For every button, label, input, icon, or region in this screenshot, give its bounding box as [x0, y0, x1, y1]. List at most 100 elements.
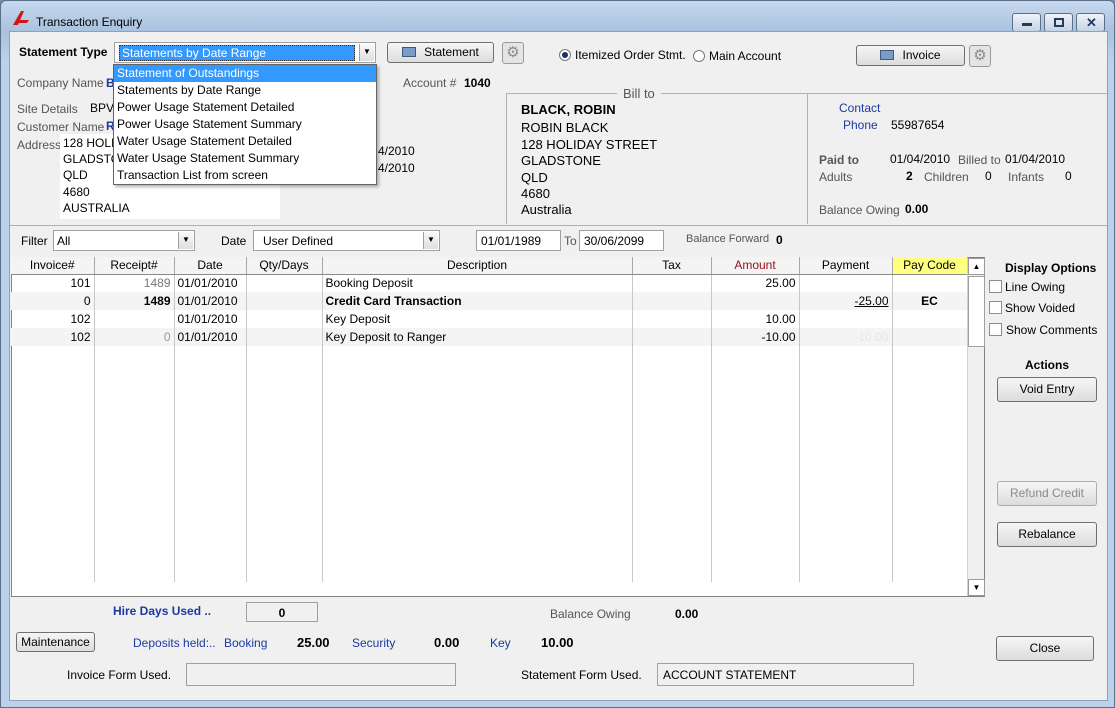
radio-main-account-label[interactable]: Main Account [709, 49, 781, 63]
col-header-description[interactable]: Description [322, 257, 633, 275]
invoice-button[interactable]: Invoice [856, 45, 965, 66]
filter-label: Filter [21, 234, 48, 248]
balance-owing-value: 0.00 [905, 202, 929, 216]
chevron-down-icon[interactable]: ▼ [359, 44, 374, 61]
title-bar[interactable]: Transaction Enquiry ✕ [1, 1, 1114, 32]
grid-header-row: Invoice# Receipt# Date Qty/Days Descript… [11, 257, 968, 275]
cell-description: Key Deposit [322, 310, 633, 328]
hire-days-field: 0 [246, 602, 318, 622]
close-window-button[interactable]: ✕ [1076, 13, 1105, 32]
statement-type-select[interactable]: Statements by Date Range ▼ [114, 42, 376, 63]
date-select[interactable]: User Defined ▼ [253, 230, 440, 251]
col-header-invoice[interactable]: Invoice# [11, 257, 95, 275]
rebalance-button[interactable]: Rebalance [997, 522, 1097, 547]
balance-forward-value: 0 [776, 233, 783, 247]
bill-to-line: Australia [521, 202, 572, 217]
show-voided-label[interactable]: Show Voided [1005, 301, 1075, 315]
cell-amount [711, 292, 800, 310]
grid-vertical-scrollbar[interactable]: ▲ ▼ [967, 258, 985, 596]
dropdown-option[interactable]: Statement of Outstandings [114, 65, 376, 82]
site-details-label: Site Details [17, 102, 78, 116]
app-logo-icon [12, 10, 30, 26]
hire-days-label: Hire Days Used .. [113, 604, 212, 618]
dropdown-option[interactable]: Statements by Date Range [114, 82, 376, 99]
col-header-amount[interactable]: Amount [711, 257, 800, 275]
minimize-button[interactable] [1012, 13, 1041, 32]
col-header-tax[interactable]: Tax [632, 257, 712, 275]
cell-amount: -10.00 [711, 328, 800, 346]
statement-type-value: Statements by Date Range [119, 45, 355, 61]
show-comments-label[interactable]: Show Comments [1006, 323, 1097, 337]
statement-settings-gear-icon[interactable]: ⚙ [502, 42, 524, 64]
cell-qty [246, 292, 323, 310]
security-label: Security [352, 636, 396, 650]
col-header-paycode[interactable]: Pay Code [892, 257, 968, 275]
cell-payment [799, 310, 893, 328]
col-header-payment[interactable]: Payment [799, 257, 893, 275]
paid-to-label: Paid to [819, 153, 860, 167]
to-date-input[interactable]: 30/06/2099 [579, 230, 664, 251]
table-row[interactable]: 101 1489 01/01/2010 Booking Deposit 25.0… [11, 274, 968, 292]
table-row[interactable]: 102 0 01/01/2010 Key Deposit to Ranger -… [11, 328, 968, 346]
filter-select[interactable]: All ▼ [53, 230, 195, 251]
cell-qty [246, 310, 323, 328]
show-comments-checkbox[interactable] [989, 323, 1002, 336]
col-header-date[interactable]: Date [174, 257, 247, 275]
radio-itemized-label[interactable]: Itemized Order Stmt. [575, 48, 686, 62]
scroll-down-icon[interactable]: ▼ [968, 579, 985, 596]
phone-label: Phone [843, 118, 878, 132]
statement-form-field: ACCOUNT STATEMENT [657, 663, 914, 686]
maintenance-button[interactable]: Maintenance [16, 632, 95, 652]
infants-label: Infants [1008, 170, 1045, 184]
contact-divider [807, 94, 808, 224]
cell-payment[interactable]: -25.00 [799, 292, 893, 310]
dropdown-option[interactable]: Water Usage Statement Summary [114, 150, 376, 167]
to-label: To [564, 234, 577, 248]
maximize-button[interactable] [1044, 13, 1073, 32]
footer-balance-owing-value: 0.00 [675, 607, 699, 621]
from-date-input[interactable]: 01/01/1989 [476, 230, 561, 251]
show-voided-checkbox[interactable] [989, 301, 1002, 314]
statement-type-dropdown-list[interactable]: Statement of Outstandings Statements by … [113, 64, 377, 185]
cell-description: Key Deposit to Ranger [322, 328, 633, 346]
statement-button[interactable]: Statement [387, 42, 494, 63]
table-row[interactable]: 0 1489 01/01/2010 Credit Card Transactio… [11, 292, 968, 310]
dropdown-option[interactable]: Water Usage Statement Detailed [114, 133, 376, 150]
balance-owing-label: Balance Owing [819, 203, 900, 217]
chevron-down-icon[interactable]: ▼ [178, 232, 193, 249]
cell-receipt: 0 [94, 328, 175, 346]
refund-credit-button[interactable]: Refund Credit [997, 481, 1097, 506]
close-button[interactable]: Close [996, 636, 1094, 661]
invoice-button-label: Invoice [902, 48, 941, 62]
billed-to-value: 01/04/2010 [1005, 152, 1066, 166]
cell-payment [799, 274, 893, 292]
radio-main-account[interactable] [693, 50, 705, 62]
invoice-settings-gear-icon[interactable]: ⚙ [969, 45, 991, 67]
void-entry-button[interactable]: Void Entry [997, 377, 1097, 402]
line-owing-label[interactable]: Line Owing [1005, 280, 1065, 294]
filter-rule [10, 225, 1108, 226]
col-header-qty[interactable]: Qty/Days [246, 257, 323, 275]
filter-select-value: All [57, 234, 71, 248]
children-value: 0 [985, 169, 992, 183]
scrollbar-thumb[interactable] [968, 276, 985, 347]
dropdown-option[interactable]: Transaction List from screen [114, 167, 376, 184]
address-line: 4680 [63, 185, 90, 199]
line-owing-checkbox[interactable] [989, 280, 1002, 293]
scroll-up-icon[interactable]: ▲ [968, 258, 985, 275]
maximize-icon [1054, 18, 1064, 27]
transactions-table: Invoice# Receipt# Date Qty/Days Descript… [11, 257, 968, 582]
cell-description: Credit Card Transaction [322, 292, 633, 310]
actions-heading: Actions [1025, 358, 1070, 372]
dropdown-option[interactable]: Power Usage Statement Detailed [114, 99, 376, 116]
col-header-receipt[interactable]: Receipt# [94, 257, 175, 275]
cell-description: Booking Deposit [322, 274, 633, 292]
cell-date: 01/01/2010 [174, 292, 247, 310]
chevron-down-icon[interactable]: ▼ [423, 232, 438, 249]
table-row[interactable]: 102 01/01/2010 Key Deposit 10.00 [11, 310, 968, 328]
dropdown-option[interactable]: Power Usage Statement Summary [114, 116, 376, 133]
cell-amount: 10.00 [711, 310, 800, 328]
phone-value: 55987654 [891, 118, 945, 132]
address-label: Address [17, 138, 62, 152]
radio-itemized[interactable] [559, 49, 571, 61]
